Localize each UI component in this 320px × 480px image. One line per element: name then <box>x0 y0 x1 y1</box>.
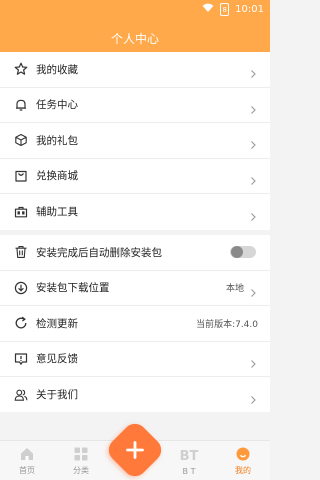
menu-item-task-center[interactable]: 任务中心 <box>0 88 270 123</box>
page-title: 个人中心 <box>110 32 159 46</box>
tab-label: 分类 <box>73 466 89 475</box>
chevron-right-icon <box>248 64 258 79</box>
menu-item-feedback[interactable]: 意见反馈 <box>0 342 270 377</box>
menu-group-settings: 安装完成后自动删除安装包 安装包下载位置 本地 检测更新 当前版本:7.4.0 … <box>0 235 270 412</box>
menu-item-label: 关于我们 <box>36 389 78 402</box>
tab-bt[interactable]: BT B T <box>162 441 216 480</box>
chevron-right-icon <box>248 100 258 114</box>
menu-item-label: 安装包下载位置 <box>36 282 110 295</box>
menu-item-label: 检测更新 <box>36 317 78 330</box>
tab-label: B T <box>182 467 196 476</box>
menu-item-label: 意见反馈 <box>36 353 78 366</box>
menu-item-my-gifts[interactable]: 我的礼包 <box>0 123 270 159</box>
chevron-right-icon <box>248 135 258 150</box>
menu-item-label: 兑换商城 <box>36 170 78 183</box>
chevron-right-icon <box>248 390 258 404</box>
users-icon <box>14 388 28 402</box>
cube-icon <box>14 133 28 147</box>
chevron-right-icon <box>248 171 258 185</box>
battery-level: 8 <box>222 5 227 14</box>
status-bar: 8 10:01 <box>0 0 270 20</box>
menu-group-primary: 我的收藏 任务中心 我的礼包 兑换商城 辅助工具 <box>0 52 270 230</box>
title-bar: 个人中心 <box>0 20 270 52</box>
toolbox-icon <box>14 205 28 219</box>
menu-item-label: 任务中心 <box>36 99 78 112</box>
menu-item-tools[interactable]: 辅助工具 <box>0 194 270 230</box>
trash-icon <box>14 245 28 259</box>
home-icon <box>18 445 36 463</box>
menu-item-exchange-mall[interactable]: 兑换商城 <box>0 159 270 194</box>
status-time: 10:01 <box>235 4 264 15</box>
chevron-right-icon <box>248 283 258 297</box>
menu-item-favorites[interactable]: 我的收藏 <box>0 52 270 88</box>
menu-item-about-us[interactable]: 关于我们 <box>0 377 270 413</box>
auto-delete-toggle[interactable] <box>230 246 256 259</box>
status-icons: 8 10:01 <box>202 3 264 16</box>
menu-item-label: 安装完成后自动删除安装包 <box>36 246 162 259</box>
wifi-icon <box>202 3 214 16</box>
download-circle-icon <box>14 281 28 295</box>
chevron-right-icon <box>248 207 258 221</box>
tab-category[interactable]: 分类 <box>54 441 108 480</box>
plus-icon <box>113 428 157 472</box>
toggle-knob <box>231 246 243 259</box>
bell-icon <box>14 98 28 112</box>
star-icon <box>14 62 28 76</box>
feedback-icon <box>14 352 28 366</box>
bt-icon: BT <box>179 448 199 464</box>
tab-home[interactable]: 首页 <box>0 441 54 480</box>
tab-label: 我的 <box>235 466 251 475</box>
refresh-icon <box>14 316 28 330</box>
menu-item-label: 我的礼包 <box>36 134 78 147</box>
battery-icon: 8 <box>220 3 230 16</box>
shopping-bag-icon <box>14 169 28 183</box>
profile-icon <box>234 445 252 463</box>
current-version: 当前版本:7.4.0 <box>196 319 258 330</box>
download-location-value: 本地 <box>225 284 244 295</box>
chevron-right-icon <box>248 354 258 368</box>
menu-item-label: 辅助工具 <box>36 206 78 219</box>
menu-item-download-location[interactable]: 安装包下载位置 本地 <box>0 271 270 306</box>
menu-item-check-update[interactable]: 检测更新 当前版本:7.4.0 <box>0 306 270 342</box>
menu-item-label: 我的收藏 <box>36 63 78 76</box>
setting-auto-delete-package: 安装完成后自动删除安装包 <box>0 235 270 271</box>
tab-label: 首页 <box>19 466 35 475</box>
tab-mine[interactable]: 我的 <box>216 441 270 480</box>
grid-icon <box>72 445 90 463</box>
